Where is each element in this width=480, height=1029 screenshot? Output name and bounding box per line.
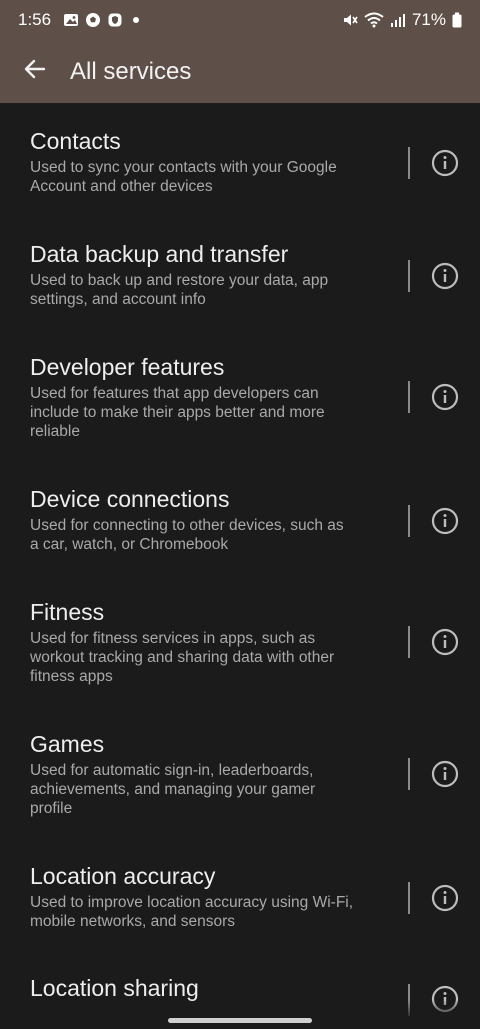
- list-item-title: Location accuracy: [30, 863, 216, 889]
- list-item-title: Contacts: [30, 128, 121, 154]
- info-button[interactable]: [430, 261, 460, 291]
- list-item-text: Data backup and transfer Used to back up…: [30, 240, 380, 309]
- list-item-text: Developer features Used for features tha…: [30, 353, 380, 441]
- list-item-text: Games Used for automatic sign-in, leader…: [30, 730, 380, 818]
- list-item-title: Data backup and transfer: [30, 241, 289, 267]
- subtitle-line: workout tracking and sharing data with o…: [30, 649, 335, 666]
- info-button[interactable]: [430, 382, 460, 412]
- list-item-location-accuracy[interactable]: Location accuracy Used to improve locati…: [0, 862, 480, 952]
- info-icon: [431, 262, 459, 290]
- list-item-text: Fitness Used for fitness services in app…: [30, 598, 380, 686]
- divider: [408, 882, 410, 914]
- list-item-subtitle: Used to improve location accuracy using …: [30, 893, 380, 931]
- battery-percent: 71%: [411, 10, 446, 29]
- subtitle-line: fitness apps: [30, 668, 113, 685]
- list-item-data-backup[interactable]: Data backup and transfer Used to back up…: [0, 240, 480, 330]
- subtitle-line: Used for connecting to other devices, su…: [30, 517, 344, 534]
- info-icon: [431, 628, 459, 656]
- list-item-text: Device connections Used for connecting t…: [30, 485, 380, 554]
- scroll-fade: [0, 1000, 480, 1029]
- list-item-fitness[interactable]: Fitness Used for fitness services in app…: [0, 598, 480, 708]
- gallery-icon: [63, 12, 79, 28]
- list-item-subtitle: Used to back up and restore your data, a…: [30, 271, 380, 309]
- info-icon: [431, 760, 459, 788]
- gesture-nav-handle[interactable]: [168, 1018, 312, 1023]
- list-item-subtitle: Used for fitness services in apps, such …: [30, 629, 380, 686]
- signal-icon: [390, 12, 406, 28]
- list-item-text: Location accuracy Used to improve locati…: [30, 862, 380, 931]
- subtitle-line: Account and other devices: [30, 178, 213, 195]
- subtitle-line: Used for features that app developers ca…: [30, 385, 319, 402]
- subtitle-line: reliable: [30, 423, 80, 440]
- list-item-games[interactable]: Games Used for automatic sign-in, leader…: [0, 730, 480, 840]
- divider: [408, 147, 410, 179]
- list-item-device-connections[interactable]: Device connections Used for connecting t…: [0, 485, 480, 575]
- arrow-left-icon: [23, 57, 47, 86]
- list-item-title: Games: [30, 731, 105, 757]
- subtitle-line: Used to back up and restore your data, a…: [30, 272, 329, 289]
- info-button[interactable]: [430, 506, 460, 536]
- list-item-subtitle: Used to sync your contacts with your Goo…: [30, 158, 380, 196]
- info-icon: [431, 383, 459, 411]
- battery-icon: [452, 12, 462, 28]
- subtitle-line: Used to improve location accuracy using …: [30, 894, 354, 911]
- list-item-title: Fitness: [30, 599, 105, 625]
- subtitle-line: Used for automatic sign-in, leaderboards…: [30, 762, 314, 779]
- divider: [408, 626, 410, 658]
- divider: [408, 260, 410, 292]
- info-icon: [431, 149, 459, 177]
- subtitle-line: Used for fitness services in apps, such …: [30, 630, 316, 647]
- soccer-icon: [85, 12, 101, 28]
- page-title: All services: [70, 57, 192, 85]
- info-button[interactable]: [430, 148, 460, 178]
- subtitle-line: include to make their apps better and mo…: [30, 404, 325, 421]
- info-icon: [431, 884, 459, 912]
- subtitle-line: achievements, and managing your gamer: [30, 781, 316, 798]
- status-bar-left: 1:56: [18, 10, 140, 30]
- list-item-text: Contacts Used to sync your contacts with…: [30, 127, 380, 196]
- subtitle-line: a car, watch, or Chromebook: [30, 536, 229, 553]
- subtitle-line: settings, and account info: [30, 291, 206, 308]
- list-item-contacts[interactable]: Contacts Used to sync your contacts with…: [0, 127, 480, 217]
- list-item-subtitle: Used for automatic sign-in, leaderboards…: [30, 761, 380, 818]
- clock: 1:56: [18, 10, 52, 29]
- info-button[interactable]: [430, 627, 460, 657]
- app-bar: All services: [0, 40, 480, 103]
- info-icon: [431, 507, 459, 535]
- wifi-icon: [364, 12, 384, 28]
- shield-icon: [107, 12, 123, 28]
- status-bar: 1:56 71%: [0, 0, 480, 40]
- list-item-title: Device connections: [30, 486, 230, 512]
- status-bar-right: 71%: [342, 10, 462, 30]
- info-button[interactable]: [430, 759, 460, 789]
- list-item-title: Location sharing: [30, 975, 199, 1001]
- list-item-text: Location sharing: [30, 974, 380, 1002]
- divider: [408, 758, 410, 790]
- list-item-subtitle: Used for connecting to other devices, su…: [30, 516, 380, 554]
- list-item-developer-features[interactable]: Developer features Used for features tha…: [0, 353, 480, 463]
- dot-icon: [133, 17, 140, 23]
- subtitle-line: Used to sync your contacts with your Goo…: [30, 159, 337, 176]
- divider: [408, 381, 410, 413]
- divider: [408, 505, 410, 537]
- list-item-title: Developer features: [30, 354, 225, 380]
- mute-icon: [342, 12, 358, 28]
- list-item-subtitle: Used for features that app developers ca…: [30, 384, 380, 441]
- subtitle-line: mobile networks, and sensors: [30, 913, 236, 930]
- back-button[interactable]: [0, 40, 70, 103]
- subtitle-line: profile: [30, 800, 73, 817]
- info-button[interactable]: [430, 883, 460, 913]
